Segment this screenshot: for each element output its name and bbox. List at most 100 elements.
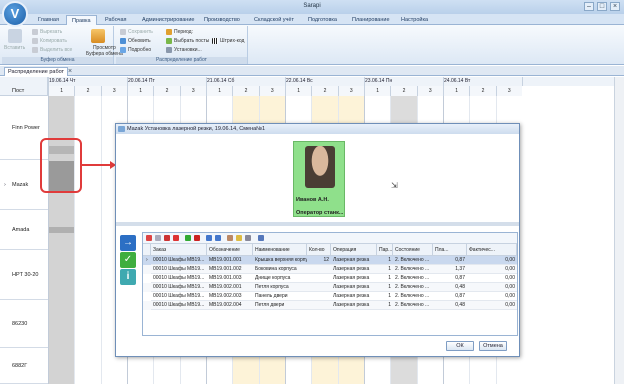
delete-icon[interactable]: [173, 235, 179, 241]
operator-card[interactable]: Иванов А.Н. Оператор станк...: [293, 141, 345, 217]
column-header[interactable]: Кол-во: [307, 244, 331, 256]
tab-work[interactable]: Рабочая: [100, 15, 132, 25]
table-cell: 2. Включено ...: [393, 292, 433, 301]
close-button[interactable]: ×: [610, 2, 620, 11]
tab-preparation[interactable]: Подготовка: [303, 15, 342, 25]
period-button[interactable]: Период:: [166, 29, 193, 35]
table-cell: Лазерная резка: [331, 292, 377, 301]
clipboard-view-icon: [91, 29, 105, 43]
paste-button[interactable]: Вставить: [4, 45, 25, 51]
splitter[interactable]: [116, 222, 519, 226]
tab-edit[interactable]: Правка: [66, 15, 97, 25]
refresh-button[interactable]: Обновить: [120, 38, 151, 44]
table-cell: МВ19.002.004: [207, 301, 253, 310]
arrow-left-icon[interactable]: [215, 235, 221, 241]
calendar-icon: [166, 29, 172, 35]
table-cell: МВ19.001.003: [207, 274, 253, 283]
column-header[interactable]: Пар...: [377, 244, 393, 256]
column-header[interactable]: Наименование: [253, 244, 307, 256]
table-cell: [307, 292, 331, 301]
highlight-frame: [40, 138, 82, 193]
table-cell: [307, 283, 331, 292]
minimize-button[interactable]: –: [584, 2, 594, 11]
folder-icon[interactable]: [236, 235, 242, 241]
date-header: 24.06.14 Вт: [443, 77, 522, 86]
column-header[interactable]: Фактичес...: [467, 244, 517, 256]
date-header: 22.06.14 Вс: [285, 77, 364, 86]
post-row-hpt[interactable]: HPT 30-20: [0, 250, 48, 300]
print-icon[interactable]: [245, 235, 251, 241]
post-column-header: Пост: [12, 88, 25, 94]
table-cell: 1: [377, 283, 393, 292]
post-row-6882[interactable]: 6882Г: [0, 348, 48, 384]
column-header[interactable]: Состояние: [393, 244, 433, 256]
dialog-icon: [118, 126, 125, 132]
column-header[interactable]: Обозначение: [207, 244, 253, 256]
row-indicator: ›: [146, 257, 148, 263]
column-header[interactable]: Заказ: [151, 244, 207, 256]
tab-planning[interactable]: Планирование: [347, 15, 395, 25]
remove-icon[interactable]: [194, 235, 200, 241]
copy-button[interactable]: Копировать: [32, 38, 67, 44]
tab-settings[interactable]: Настройка: [396, 15, 433, 25]
select-posts-button[interactable]: Выбрать посты: [166, 38, 209, 44]
edit-icon[interactable]: [146, 235, 152, 241]
assign-arrow-icon[interactable]: →: [120, 235, 136, 251]
barcode-label: Штрих-код: [220, 38, 245, 44]
refresh-icon: [120, 38, 126, 44]
column-header[interactable]: Пла...: [433, 244, 467, 256]
arrow-right-icon[interactable]: [206, 235, 212, 241]
clipboard-group: Вставить Вырезать Копировать Выделить вс…: [2, 26, 123, 64]
view-icon[interactable]: [155, 235, 161, 241]
shift-header-cell: 3: [337, 86, 364, 96]
app-logo-icon[interactable]: V: [2, 1, 28, 27]
distribution-group-label: Распределение работ: [116, 57, 247, 64]
tab-admin[interactable]: Администрирование: [137, 15, 199, 25]
tab-production[interactable]: Производство: [199, 15, 245, 25]
mouse-cursor-icon: ⇲: [391, 181, 398, 190]
details-button[interactable]: Подробно: [120, 47, 151, 53]
tab-warehouse[interactable]: Складской учёт: [249, 15, 299, 25]
up-icon[interactable]: [164, 235, 170, 241]
work-block[interactable]: [49, 227, 74, 233]
posts-icon: [166, 38, 172, 44]
settings-label: Установки...: [174, 47, 202, 53]
tab-home[interactable]: Главная: [33, 15, 64, 25]
copy-label: Копировать: [40, 38, 67, 44]
copy-row-icon[interactable]: [227, 235, 233, 241]
cancel-button[interactable]: Отмена: [479, 341, 507, 351]
post-row-86230[interactable]: 86230: [0, 300, 48, 348]
doc-tab-distribution[interactable]: Распределение работ: [4, 67, 69, 76]
barcode-icon: [212, 38, 218, 44]
select-all-label: Выделить все: [40, 47, 73, 53]
column-header[interactable]: Операция: [331, 244, 377, 256]
table-cell: Лазерная резка: [331, 265, 377, 274]
date-header: 23.06.14 Пн: [364, 77, 443, 86]
select-all-button[interactable]: Выделить все: [32, 47, 72, 53]
post-row-amada[interactable]: Amada: [0, 210, 48, 250]
vertical-scrollbar[interactable]: [614, 77, 624, 384]
barcode-button[interactable]: Штрих-код: [212, 38, 244, 44]
confirm-check-icon[interactable]: ✓: [120, 252, 136, 268]
clipboard-group-label: Буфер обмена: [2, 57, 113, 64]
table-cell: 00010 Шкафы МВ19...: [151, 274, 207, 283]
ok-button[interactable]: ОК: [446, 341, 474, 351]
column-header[interactable]: [143, 244, 151, 256]
shift-header-cell: 2: [390, 86, 417, 96]
maximize-button[interactable]: □: [597, 2, 607, 11]
settings-button[interactable]: Установки...: [166, 47, 202, 53]
dialog-title: Mazak Установка лазерной резки, 19.06.14…: [116, 124, 519, 134]
save-button[interactable]: Сохранить: [120, 29, 153, 35]
info-icon[interactable]: i: [120, 269, 136, 285]
table-cell: 2. Включено ...: [393, 256, 433, 265]
export-icon[interactable]: [258, 235, 264, 241]
shift-header-cell: 2: [311, 86, 338, 96]
table-cell: [307, 265, 331, 274]
move-right-icon[interactable]: [185, 235, 191, 241]
doc-tab-close-icon[interactable]: ×: [68, 67, 72, 76]
cut-button[interactable]: Вырезать: [32, 29, 62, 35]
table-cell: 00010 Шкафы МВ19...: [151, 292, 207, 301]
table-cell: 00010 Шкафы МВ19...: [151, 265, 207, 274]
table-cell: МВ19.002.001: [207, 283, 253, 292]
select-posts-label: Выбрать посты: [174, 38, 210, 44]
